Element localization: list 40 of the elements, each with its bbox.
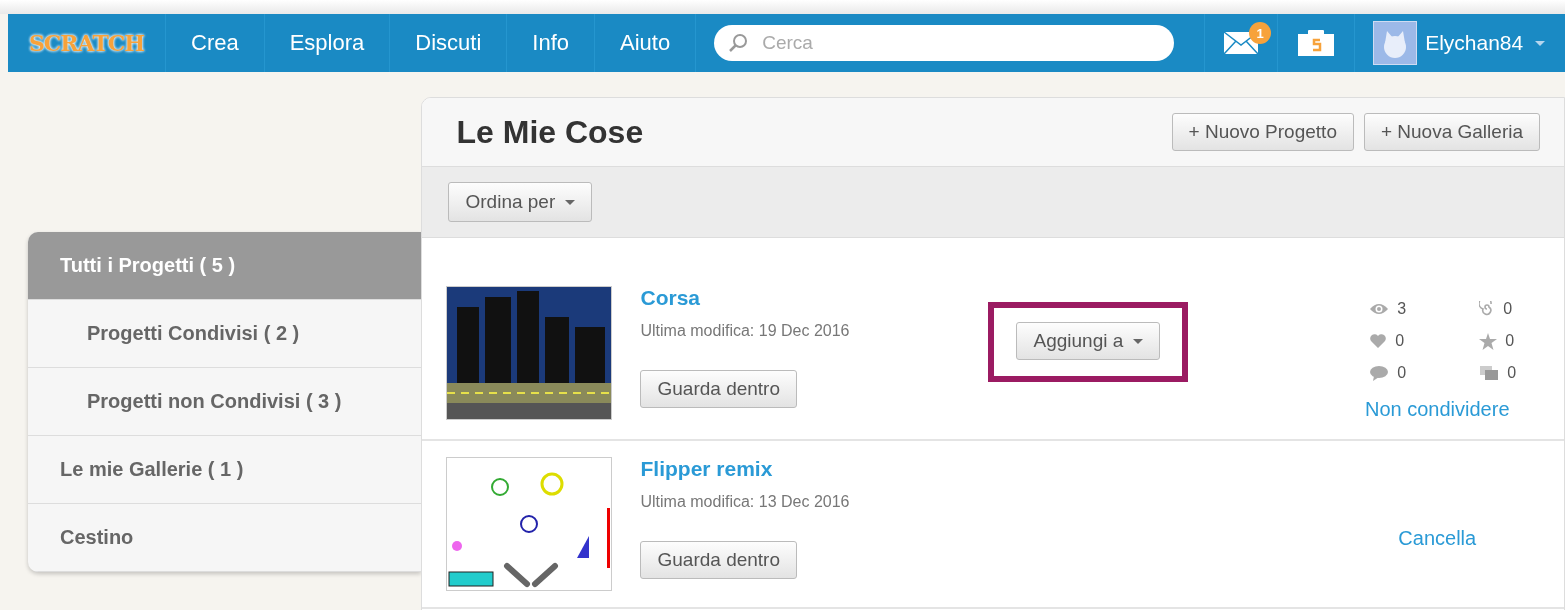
nav-link[interactable]: Esplora	[264, 14, 391, 72]
nav-link[interactable]: Aiuto	[595, 14, 697, 72]
stacked-squares-icon	[1479, 365, 1500, 381]
pinball-game-thumbnail[interactable]	[446, 457, 613, 591]
stat-count: 0	[1507, 364, 1517, 382]
see-inside-button[interactable]: Guarda dentro	[640, 370, 797, 408]
heart-icon	[1369, 333, 1388, 349]
project-action-link[interactable]: Cancella	[1398, 527, 1477, 550]
modified-date: Ultima modifica: 19 Dec 2016	[640, 322, 850, 340]
page-title: Le Mie Cose	[456, 113, 644, 151]
nav-link[interactable]: Discuti	[390, 14, 508, 72]
nav-link[interactable]: Crea	[166, 14, 265, 72]
user-menu[interactable]: Elychan84	[1354, 14, 1560, 72]
project-title-link[interactable]: Flipper remix	[640, 457, 773, 481]
stat-count: 3	[1397, 300, 1407, 318]
search-field[interactable]: Cerca	[714, 25, 1175, 61]
speech-bubble-icon	[1369, 365, 1390, 381]
project-action-link[interactable]: Non condividere	[1364, 398, 1510, 421]
notification-badge: 1	[1249, 22, 1272, 44]
create-button[interactable]: + Nuovo Progetto	[1171, 113, 1354, 151]
stat-count: 0	[1395, 332, 1405, 350]
see-inside-button[interactable]: Guarda dentro	[640, 541, 797, 579]
modified-date: Ultima modifica: 13 Dec 2016	[640, 493, 850, 511]
sidebar-item[interactable]: Tutti i Progetti ( 5 )	[28, 232, 422, 300]
sort-button[interactable]: Ordina per	[448, 182, 592, 222]
caret-icon	[564, 200, 575, 206]
stat-count: 0	[1503, 300, 1513, 318]
stat-count: 0	[1505, 332, 1515, 350]
create-button[interactable]: + Nuova Galleria	[1363, 113, 1540, 151]
caret-icon	[1535, 40, 1546, 46]
stat-count: 0	[1397, 364, 1407, 382]
briefcase-icon[interactable]	[1296, 28, 1337, 58]
avatar-icon	[1373, 21, 1418, 65]
eye-icon	[1369, 302, 1390, 316]
nav-link[interactable]: Info	[507, 14, 595, 72]
caret-icon	[1132, 339, 1143, 345]
add-to-button[interactable]: Aggiungi a	[1016, 322, 1160, 360]
project-title-link[interactable]: Corsa	[640, 286, 700, 310]
star-icon	[1479, 332, 1498, 350]
city-game-thumbnail[interactable]	[446, 286, 613, 420]
